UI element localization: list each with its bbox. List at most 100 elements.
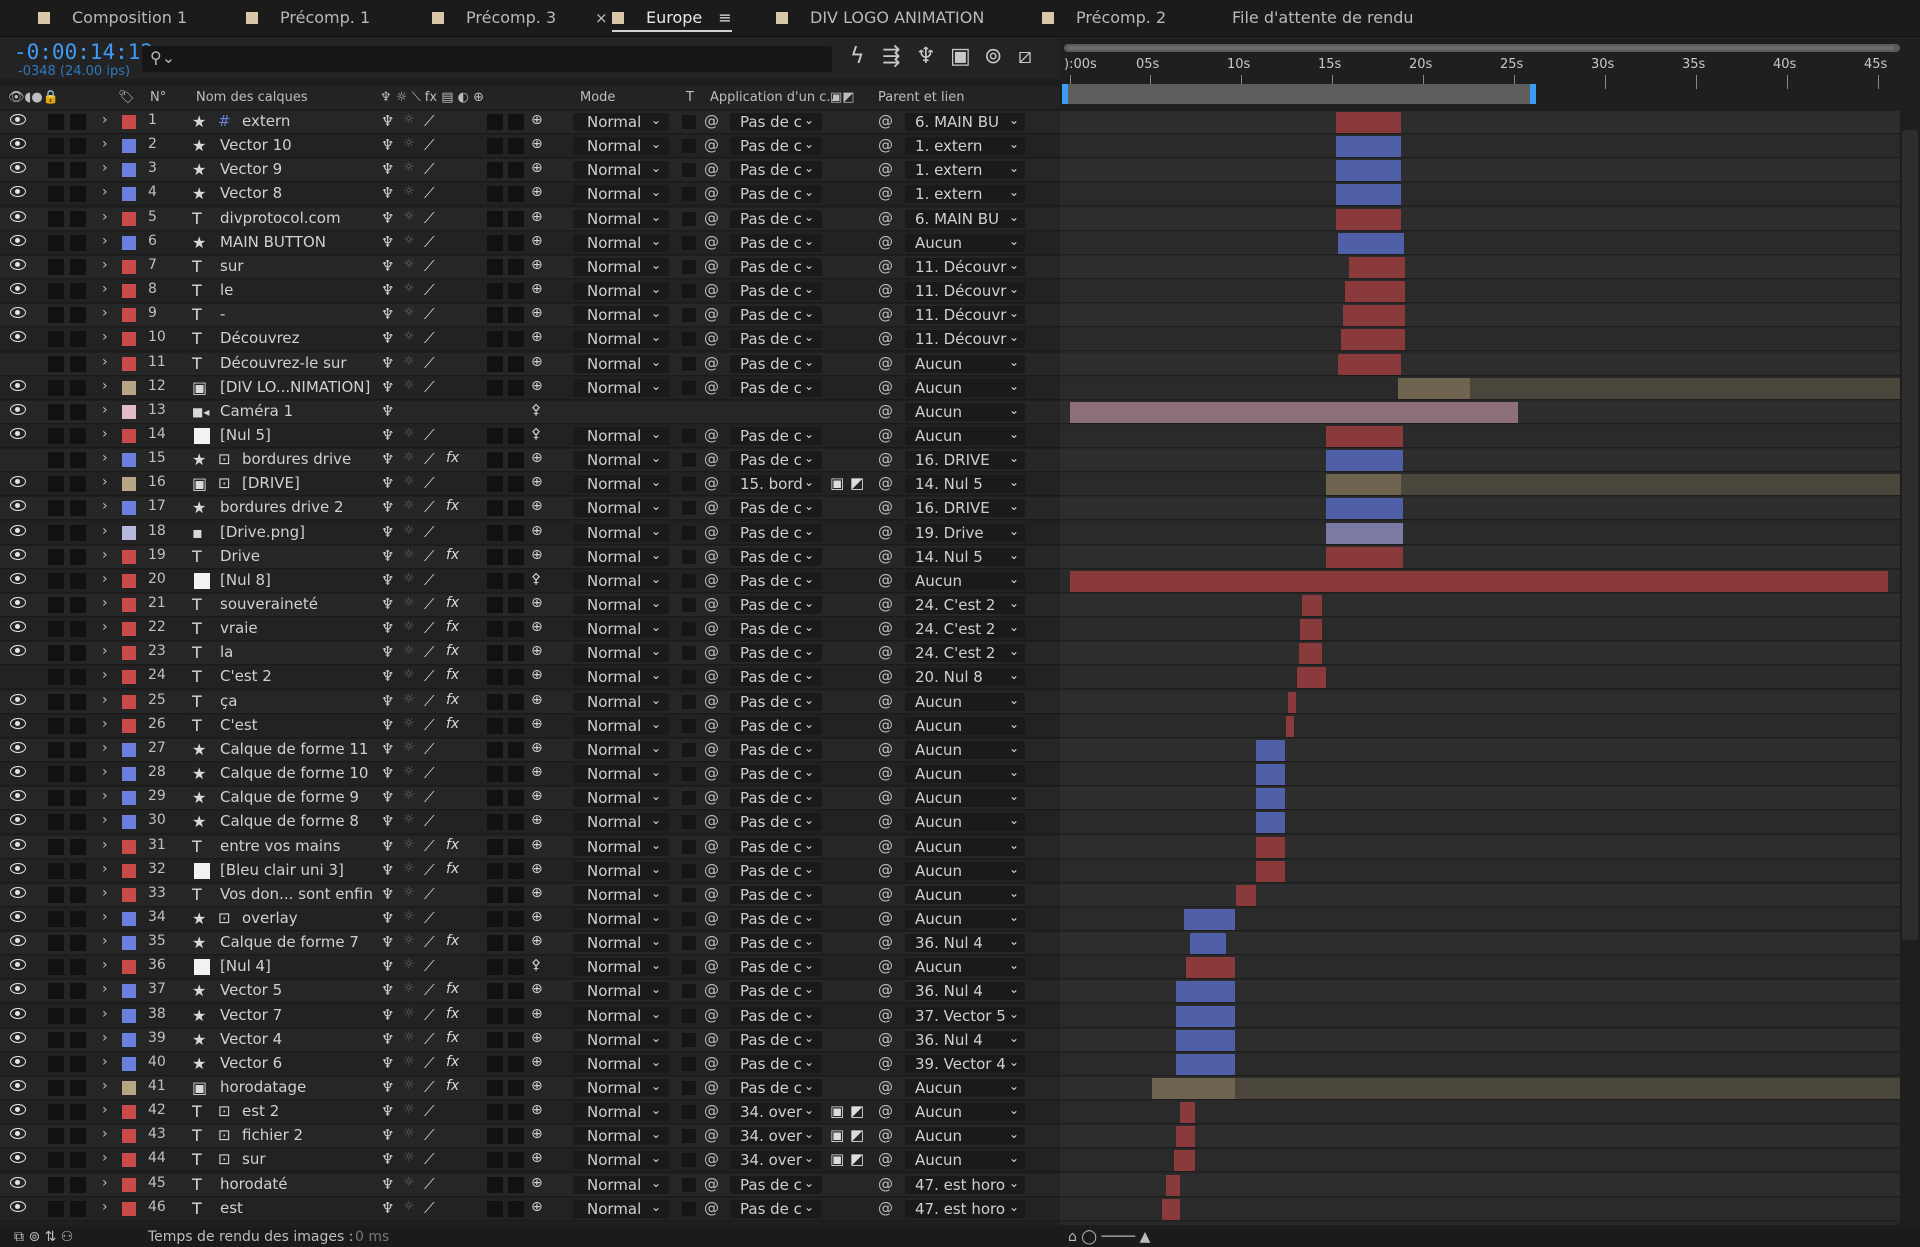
shy-switch-icon[interactable]: ♆	[381, 740, 394, 758]
work-area-bar[interactable]	[1066, 84, 1536, 104]
hide-shy-layers-icon[interactable]: ⇶	[882, 44, 900, 69]
parent-pickwhip-icon[interactable]: @	[878, 233, 893, 251]
preserve-transparency-toggle[interactable]	[682, 888, 696, 902]
3d-layer-icon[interactable]: ⊕	[531, 184, 543, 200]
layer-name[interactable]: ça	[220, 692, 237, 710]
preserve-transparency-toggle[interactable]	[682, 912, 696, 926]
shy-switch-icon[interactable]: ♆	[381, 474, 394, 492]
shy-switch-icon[interactable]: ♆	[381, 1199, 394, 1217]
adjustment-toggle[interactable]	[508, 1201, 524, 1217]
blend-mode-select[interactable]: Normal ⌄	[573, 982, 669, 1000]
visibility-eye-icon[interactable]	[10, 186, 26, 197]
solo-toggle[interactable]	[70, 669, 86, 685]
quality-switch-icon[interactable]: ⟋	[424, 1054, 435, 1072]
visibility-eye-icon[interactable]	[10, 331, 26, 342]
3d-layer-icon[interactable]: ⊕	[531, 933, 543, 949]
layer-duration-bar[interactable]	[1152, 1078, 1235, 1099]
visibility-eye-icon[interactable]	[10, 694, 26, 705]
visibility-eye-icon[interactable]	[10, 887, 26, 898]
track-matte-select[interactable]: Pas de c ⌄	[730, 258, 822, 276]
audio-toggle[interactable]	[48, 1056, 64, 1072]
solo-toggle[interactable]	[70, 331, 86, 347]
expand-chevron-icon[interactable]: ›	[102, 764, 108, 780]
matte-pickwhip-icon[interactable]: @	[704, 957, 719, 975]
3d-layer-icon[interactable]: ⊕	[531, 136, 543, 152]
solo-toggle[interactable]	[70, 887, 86, 903]
layer-name[interactable]: [Drive.png]	[220, 523, 305, 541]
adjustment-toggle[interactable]	[508, 549, 524, 565]
layer-duration-bar[interactable]	[1070, 402, 1518, 423]
blend-mode-select[interactable]: Normal ⌄	[573, 1007, 669, 1025]
layer-duration-bar-extended[interactable]	[1235, 1078, 1900, 1099]
solo-toggle[interactable]	[70, 1056, 86, 1072]
shy-switch-icon[interactable]: ♆	[381, 209, 394, 227]
audio-toggle[interactable]	[48, 1080, 64, 1096]
audio-toggle[interactable]	[48, 959, 64, 975]
parent-select[interactable]: Aucun ⌄	[905, 379, 1025, 397]
quality-switch-icon[interactable]: ⟋	[424, 885, 435, 903]
collapse-switch-icon[interactable]: ☼	[403, 957, 415, 972]
preserve-transparency-toggle[interactable]	[682, 984, 696, 998]
solo-toggle[interactable]	[70, 839, 86, 855]
adjustment-toggle[interactable]	[508, 694, 524, 710]
solo-toggle[interactable]	[70, 283, 86, 299]
layer-duration-bar[interactable]	[1256, 788, 1285, 809]
parent-pickwhip-icon[interactable]: @	[878, 1030, 893, 1048]
expand-chevron-icon[interactable]: ›	[102, 1006, 108, 1022]
preserve-transparency-toggle[interactable]	[682, 236, 696, 250]
comp-flowchart-icon[interactable]: ⧄	[1018, 44, 1032, 69]
label-color-swatch[interactable]	[122, 743, 136, 757]
matte-pickwhip-icon[interactable]: @	[704, 788, 719, 806]
quality-switch-icon[interactable]: ⟋	[424, 184, 435, 202]
visibility-eye-icon[interactable]	[10, 211, 26, 222]
expand-chevron-icon[interactable]: ›	[102, 619, 108, 635]
track-matte-select[interactable]: Pas de c ⌄	[730, 137, 822, 155]
matte-pickwhip-icon[interactable]: @	[704, 209, 719, 227]
solo-toggle[interactable]	[70, 356, 86, 372]
layer-row[interactable]: › 36 [Nul 4] ♆ ☼ ⟋ ⚴ Normal ⌄ @ Pas de c ⌄ @ Aucun ⌄	[0, 956, 1060, 979]
motion-blur-toggle[interactable]	[487, 356, 503, 372]
motion-blur-toggle[interactable]	[487, 959, 503, 975]
layer-duration-bar[interactable]	[1297, 667, 1326, 688]
adjustment-toggle[interactable]	[508, 597, 524, 613]
track-matte-select[interactable]: Pas de c ⌄	[730, 596, 822, 614]
parent-select[interactable]: 47. est horo ⌄	[905, 1200, 1025, 1218]
expand-chevron-icon[interactable]: ›	[102, 136, 108, 152]
audio-toggle[interactable]	[48, 549, 64, 565]
blend-mode-select[interactable]: Normal ⌄	[573, 1103, 669, 1121]
layer-row[interactable]: › 24 T C'est 2 ♆ ☼ ⟋ fx ⊕ Normal ⌄ @ Pas de c ⌄ @20. N…	[0, 666, 1060, 689]
solo-toggle[interactable]	[70, 935, 86, 951]
preserve-transparency-toggle[interactable]	[682, 1009, 696, 1023]
layer-row[interactable]: › 23 Tla ♆ ☼ ⟋ fx ⊕ Normal ⌄ @ Pas de c ⌄ @24. C'est …	[0, 642, 1060, 665]
layer-name[interactable]: fichier 2	[242, 1126, 303, 1144]
invert-matte-icon[interactable]: ◩	[850, 474, 864, 492]
adjustment-toggle[interactable]	[508, 211, 524, 227]
alpha-matte-icon[interactable]: ▣	[830, 474, 844, 492]
layer-name[interactable]: Découvrez-le sur	[220, 354, 347, 372]
tab-div-logo-animation[interactable]: DIV LOGO ANIMATION	[776, 0, 984, 36]
3d-layer-icon[interactable]: ⊕	[531, 1030, 543, 1046]
layer-name[interactable]: Calque de forme 9	[220, 788, 359, 806]
adjustment-toggle[interactable]	[508, 1056, 524, 1072]
label-color-swatch[interactable]	[122, 284, 136, 298]
parent-pickwhip-icon[interactable]: @	[878, 209, 893, 227]
track-matte-select[interactable]: Pas de c ⌄	[730, 668, 822, 686]
motion-blur-toggle[interactable]	[487, 1128, 503, 1144]
shy-switch-icon[interactable]: ♆	[381, 981, 394, 999]
layer-name[interactable]: C'est	[220, 716, 258, 734]
layer-row[interactable]: › 17 ★ bordures drive 2 ♆ ☼ ⟋ fx ⊕ Normal ⌄ @ Pas de…	[0, 497, 1060, 520]
track-matte-select[interactable]: Pas de c ⌄	[730, 1031, 822, 1049]
solo-toggle[interactable]	[70, 235, 86, 251]
track-matte-select[interactable]: Pas de c ⌄	[730, 572, 822, 590]
visibility-eye-icon[interactable]	[10, 1080, 26, 1091]
layer-name[interactable]: le	[220, 281, 233, 299]
3d-layer-icon[interactable]: ⊕	[531, 692, 543, 708]
blend-mode-select[interactable]: Normal ⌄	[573, 1079, 669, 1097]
layer-duration-bar[interactable]	[1184, 909, 1235, 930]
parent-pickwhip-icon[interactable]: @	[878, 909, 893, 927]
label-color-swatch[interactable]	[122, 139, 136, 153]
quality-switch-icon[interactable]: ⟋	[424, 354, 435, 372]
matte-pickwhip-icon[interactable]: @	[704, 426, 719, 444]
parent-pickwhip-icon[interactable]: @	[878, 305, 893, 323]
matte-pickwhip-icon[interactable]: @	[704, 571, 719, 589]
